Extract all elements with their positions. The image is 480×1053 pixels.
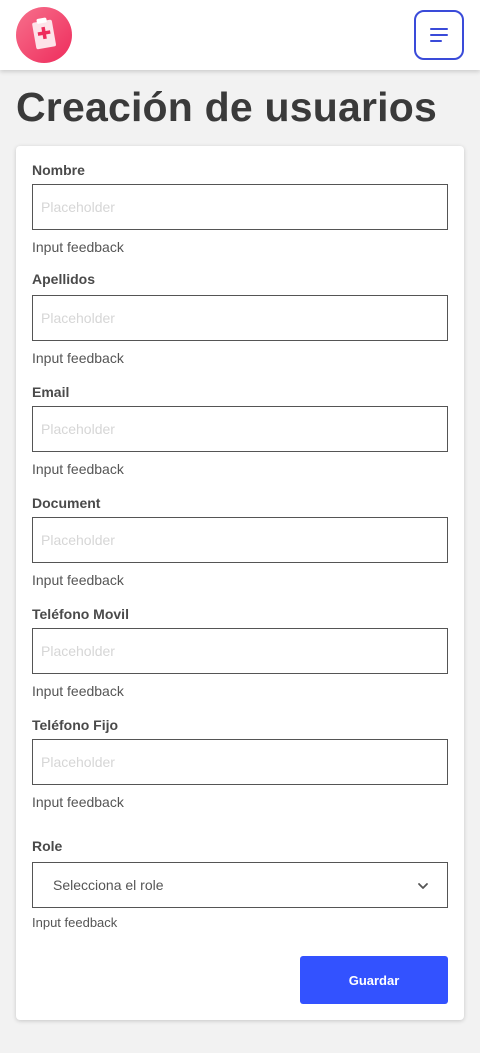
chevron-down-icon xyxy=(418,883,428,889)
document-label: Document xyxy=(32,495,101,511)
email-label: Email xyxy=(32,384,70,400)
telefono-movil-label: Teléfono Movil xyxy=(32,606,129,622)
role-feedback: Input feedback xyxy=(32,915,118,930)
apellidos-input[interactable] xyxy=(32,295,448,341)
role-select[interactable]: Selecciona el role xyxy=(32,862,448,908)
telefono-fijo-feedback: Input feedback xyxy=(32,794,124,810)
role-label: Role xyxy=(32,838,63,854)
telefono-movil-feedback: Input feedback xyxy=(32,683,124,699)
page-title: Creación de usuarios xyxy=(16,84,437,130)
apellidos-label: Apellidos xyxy=(32,271,96,287)
save-button[interactable]: Guardar xyxy=(300,956,448,1004)
document-input[interactable] xyxy=(32,517,448,563)
top-navbar xyxy=(0,0,480,70)
telefono-fijo-input[interactable] xyxy=(32,739,448,785)
document-feedback: Input feedback xyxy=(32,572,124,588)
email-input[interactable] xyxy=(32,406,448,452)
nombre-feedback: Input feedback xyxy=(32,239,124,255)
user-form-card: Nombre Input feedback Apellidos Input fe… xyxy=(16,146,464,1020)
nombre-input[interactable] xyxy=(32,184,448,230)
telefono-fijo-label: Teléfono Fijo xyxy=(32,717,119,733)
email-feedback: Input feedback xyxy=(32,461,124,477)
role-select-value: Selecciona el role xyxy=(53,877,164,893)
apellidos-feedback: Input feedback xyxy=(32,350,124,366)
telefono-movil-input[interactable] xyxy=(32,628,448,674)
medical-clipboard-icon[interactable] xyxy=(16,7,72,63)
hamburger-menu-icon xyxy=(430,28,448,42)
menu-button[interactable] xyxy=(414,10,464,60)
nombre-label: Nombre xyxy=(32,162,85,178)
